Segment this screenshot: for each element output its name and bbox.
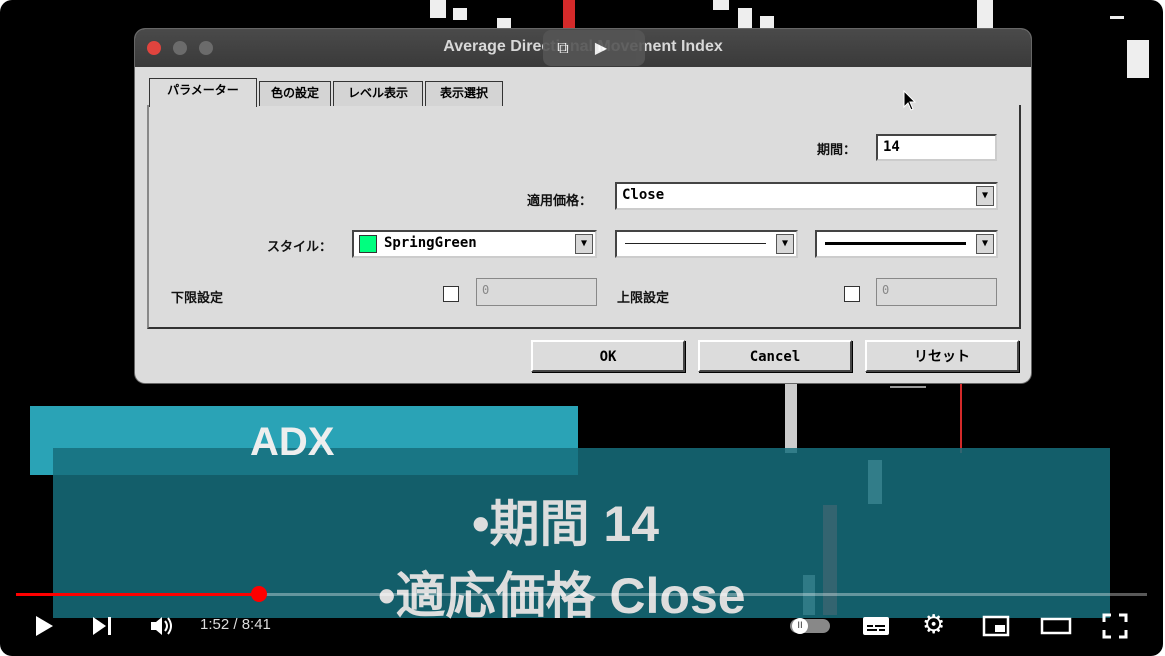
lower-limit-input[interactable]: 0 [476,278,597,306]
lower-limit-checkbox[interactable] [443,286,459,302]
lower-limit-label: 下限設定 [171,291,224,306]
autoplay-toggle-icon[interactable]: II [790,618,830,634]
chevron-down-icon[interactable]: ▼ [976,186,994,206]
video-player[interactable]: Average Directional Movement Index ⧉ ▶ パ… [0,0,1163,656]
time-display: 1:52 / 8:41 [200,616,271,633]
line-style-select[interactable]: ▼ [615,230,798,258]
period-label: 期間： [817,143,857,158]
thin-line-preview [625,243,766,244]
upper-limit-checkbox[interactable] [844,286,860,302]
applied-price-value: Close [622,187,665,203]
tab-level-display[interactable]: レベル表示 [333,81,423,106]
line-width-select[interactable]: ▼ [815,230,998,258]
style-color-select[interactable]: SpringGreen ▼ [352,230,597,258]
settings-icon[interactable]: ⚙ [922,610,945,640]
picture-in-picture-icon[interactable]: ⧉ [553,38,573,57]
chevron-down-icon[interactable]: ▼ [776,234,794,254]
theater-icon[interactable] [1040,614,1072,638]
mouse-cursor-icon [903,90,917,111]
chevron-down-icon[interactable]: ▼ [575,234,593,254]
volume-icon[interactable] [149,614,177,638]
subtitles-icon[interactable] [862,614,890,638]
adx-settings-dialog: Average Directional Movement Index ⧉ ▶ パ… [135,29,1031,383]
video-overlay-controls: ⧉ ▶ [543,30,645,66]
tab-parameters[interactable]: パラメーター [149,78,257,107]
tab-display-select[interactable]: 表示選択 [425,81,503,106]
reset-button[interactable]: リセット [865,340,1019,372]
period-input[interactable]: 14 [876,134,997,161]
style-label: スタイル： [267,240,333,255]
upper-limit-input[interactable]: 0 [876,278,997,306]
next-icon[interactable] [91,615,115,637]
miniplayer-icon[interactable] [982,614,1010,638]
caption-heading: ADX [250,420,335,464]
chevron-down-icon[interactable]: ▼ [976,234,994,254]
applied-price-select[interactable]: Close ▼ [615,182,998,210]
play-icon[interactable] [33,614,55,638]
caption-line-1: •期間 14 [472,496,660,552]
fullscreen-icon[interactable] [1101,612,1129,640]
cancel-button[interactable]: Cancel [698,340,852,372]
progress-played [16,593,259,596]
tab-color-settings[interactable]: 色の設定 [259,81,331,106]
scrubber-handle[interactable] [251,586,267,602]
caption-line-2: •適応価格 Close [378,568,746,624]
thick-line-preview [825,242,966,245]
applied-price-label: 適用価格： [527,194,593,209]
color-swatch [359,235,377,253]
ok-button[interactable]: OK [531,340,685,372]
style-color-value: SpringGreen [384,235,477,251]
upper-limit-label: 上限設定 [617,291,670,306]
dialog-titlebar[interactable]: Average Directional Movement Index ⧉ ▶ [135,29,1031,67]
video-effects-icon[interactable]: ▶ [591,38,611,57]
